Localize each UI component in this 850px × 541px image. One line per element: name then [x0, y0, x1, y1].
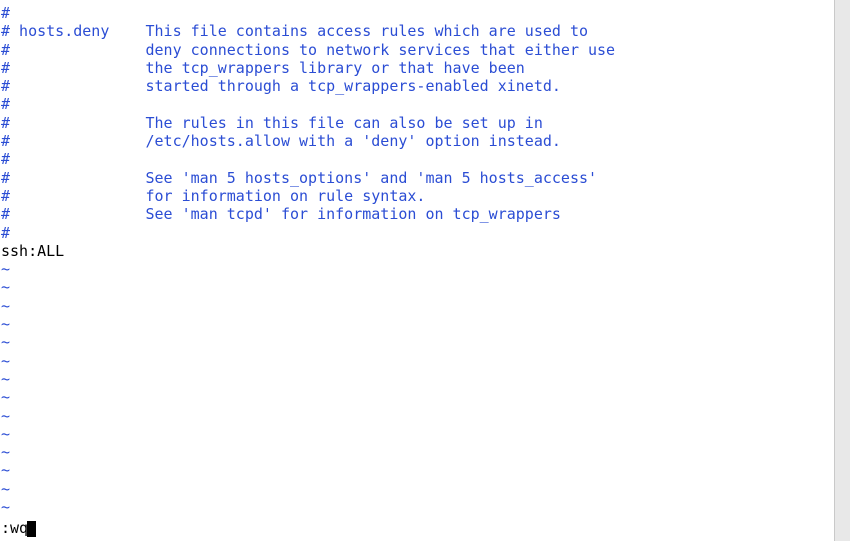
comment-line: # [1, 4, 850, 22]
empty-line-tilde: ~ [1, 297, 850, 315]
comment-line: # /etc/hosts.allow with a 'deny' option … [1, 132, 850, 150]
empty-line-tilde: ~ [1, 370, 850, 388]
comment-line: # for information on rule syntax. [1, 187, 850, 205]
comment-line: # hosts.deny This file contains access r… [1, 22, 850, 40]
scrollbar[interactable] [834, 0, 850, 541]
empty-line-tilde: ~ [1, 260, 850, 278]
comment-line: # deny connections to network services t… [1, 41, 850, 59]
empty-line-tilde: ~ [1, 407, 850, 425]
comment-line: # [1, 150, 850, 168]
empty-line-tilde: ~ [1, 425, 850, 443]
comment-line: # started through a tcp_wrappers-enabled… [1, 77, 850, 95]
empty-line-tilde: ~ [1, 443, 850, 461]
editor-area[interactable]: # # hosts.deny This file contains access… [0, 0, 850, 516]
comment-line: # the tcp_wrappers library or that have … [1, 59, 850, 77]
comment-line: # [1, 95, 850, 113]
empty-line-tilde: ~ [1, 315, 850, 333]
empty-line-tilde: ~ [1, 388, 850, 406]
empty-line-tilde: ~ [1, 498, 850, 516]
comment-line: # [1, 224, 850, 242]
vim-command-line[interactable]: :wq [1, 519, 36, 537]
command-text: :wq [1, 519, 28, 537]
empty-line-tilde: ~ [1, 333, 850, 351]
content-line: ssh:ALL [1, 242, 850, 260]
comment-line: # See 'man 5 hosts_options' and 'man 5 h… [1, 169, 850, 187]
empty-line-tilde: ~ [1, 480, 850, 498]
empty-line-tilde: ~ [1, 278, 850, 296]
cursor-icon [27, 521, 36, 537]
comment-line: # See 'man tcpd' for information on tcp_… [1, 205, 850, 223]
comment-line: # The rules in this file can also be set… [1, 114, 850, 132]
empty-line-tilde: ~ [1, 461, 850, 479]
empty-line-tilde: ~ [1, 352, 850, 370]
